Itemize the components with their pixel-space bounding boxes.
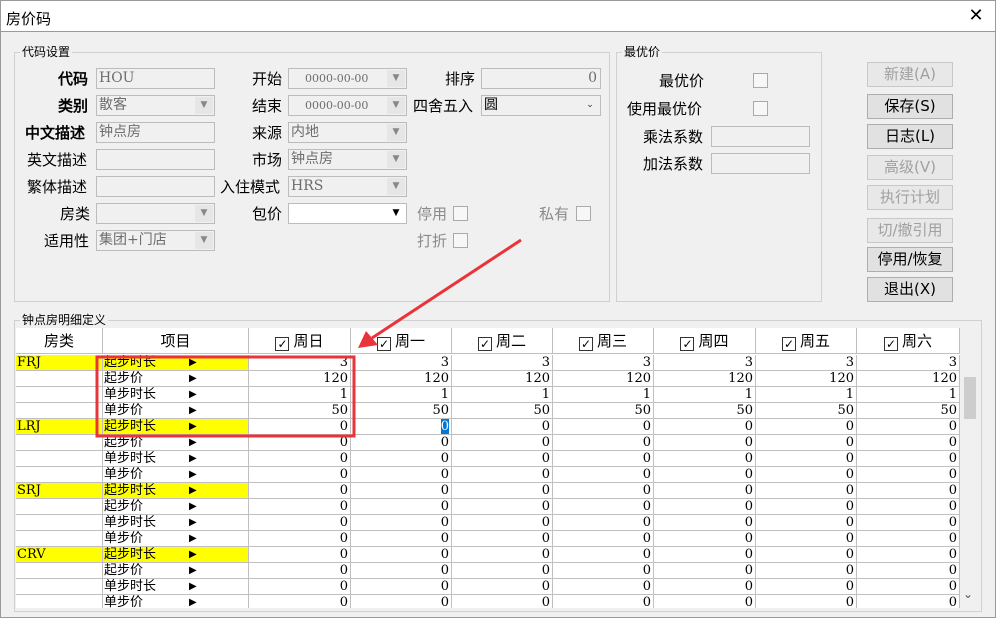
annotation-arrow	[371, 238, 522, 340]
annotation-overlay	[95, 238, 522, 438]
arrowhead-icon	[358, 331, 378, 348]
highlight-box	[95, 355, 356, 438]
